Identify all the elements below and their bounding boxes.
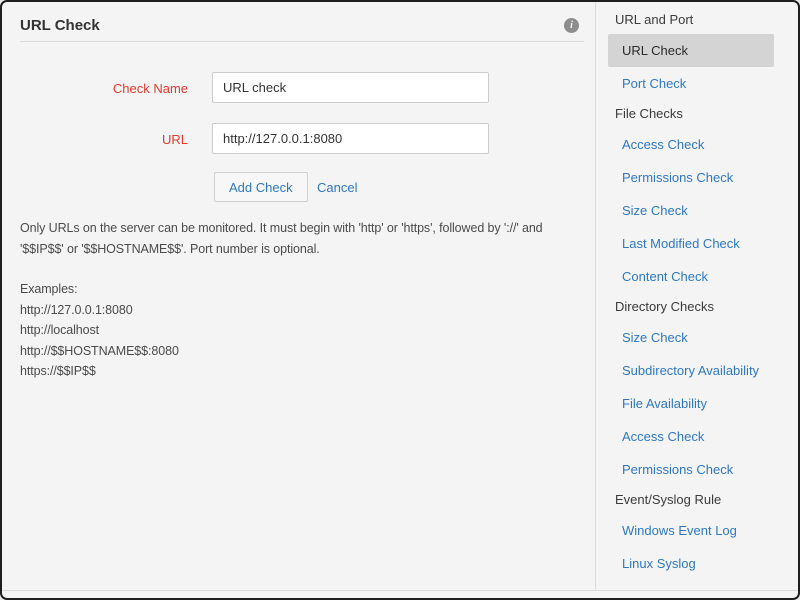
sidebar-item-port-check[interactable]: Port Check <box>608 67 774 100</box>
main-panel: URL Check i Check Name URL Add Check Can… <box>2 2 594 590</box>
example-line: http://127.0.0.1:8080 <box>20 300 179 321</box>
sidebar-item-permissions-check[interactable]: Permissions Check <box>608 453 774 486</box>
sidebar-item-size-check[interactable]: Size Check <box>608 321 774 354</box>
bottom-divider <box>2 590 798 591</box>
sidebar-section-event-syslog-rule: Event/Syslog Rule <box>596 486 800 514</box>
examples-block: Examples: http://127.0.0.1:8080 http://l… <box>20 279 179 382</box>
title-divider <box>20 41 584 42</box>
sidebar-item-permissions-check[interactable]: Permissions Check <box>608 161 774 194</box>
sidebar-item-size-check[interactable]: Size Check <box>608 194 774 227</box>
example-line: https://$$IP$$ <box>20 361 179 382</box>
sidebar-item-access-check[interactable]: Access Check <box>608 128 774 161</box>
sidebar-item-windows-event-log[interactable]: Windows Event Log <box>608 514 774 547</box>
url-input[interactable] <box>212 123 489 154</box>
url-label: URL <box>2 132 188 147</box>
add-check-button[interactable]: Add Check <box>214 172 308 202</box>
sidebar-item-url-check[interactable]: URL Check <box>608 34 774 67</box>
sidebar-list: URL and PortURL CheckPort CheckFile Chec… <box>595 2 800 590</box>
sidebar-item-file-availability[interactable]: File Availability <box>608 387 774 420</box>
info-icon[interactable]: i <box>564 18 579 33</box>
check-name-input[interactable] <box>212 72 489 103</box>
cancel-link[interactable]: Cancel <box>317 180 357 195</box>
sidebar-section-file-checks: File Checks <box>596 100 800 128</box>
sidebar-item-content-check[interactable]: Content Check <box>608 260 774 293</box>
sidebar-item-access-check[interactable]: Access Check <box>608 420 774 453</box>
url-check-page: URL Check i Check Name URL Add Check Can… <box>0 0 800 600</box>
page-title: URL Check <box>20 17 100 34</box>
sidebar-item-last-modified-check[interactable]: Last Modified Check <box>608 227 774 260</box>
sidebar-item-linux-syslog[interactable]: Linux Syslog <box>608 547 774 580</box>
sidebar-section-directory-checks: Directory Checks <box>596 293 800 321</box>
example-line: http://$$HOSTNAME$$:8080 <box>20 341 179 362</box>
example-line: http://localhost <box>20 320 179 341</box>
check-name-label: Check Name <box>2 81 188 96</box>
help-text: Only URLs on the server can be monitored… <box>20 218 588 260</box>
examples-title: Examples: <box>20 279 179 300</box>
sidebar-section-url-and-port: URL and Port <box>596 6 800 34</box>
sidebar-item-subdirectory-availability[interactable]: Subdirectory Availability <box>608 354 774 387</box>
